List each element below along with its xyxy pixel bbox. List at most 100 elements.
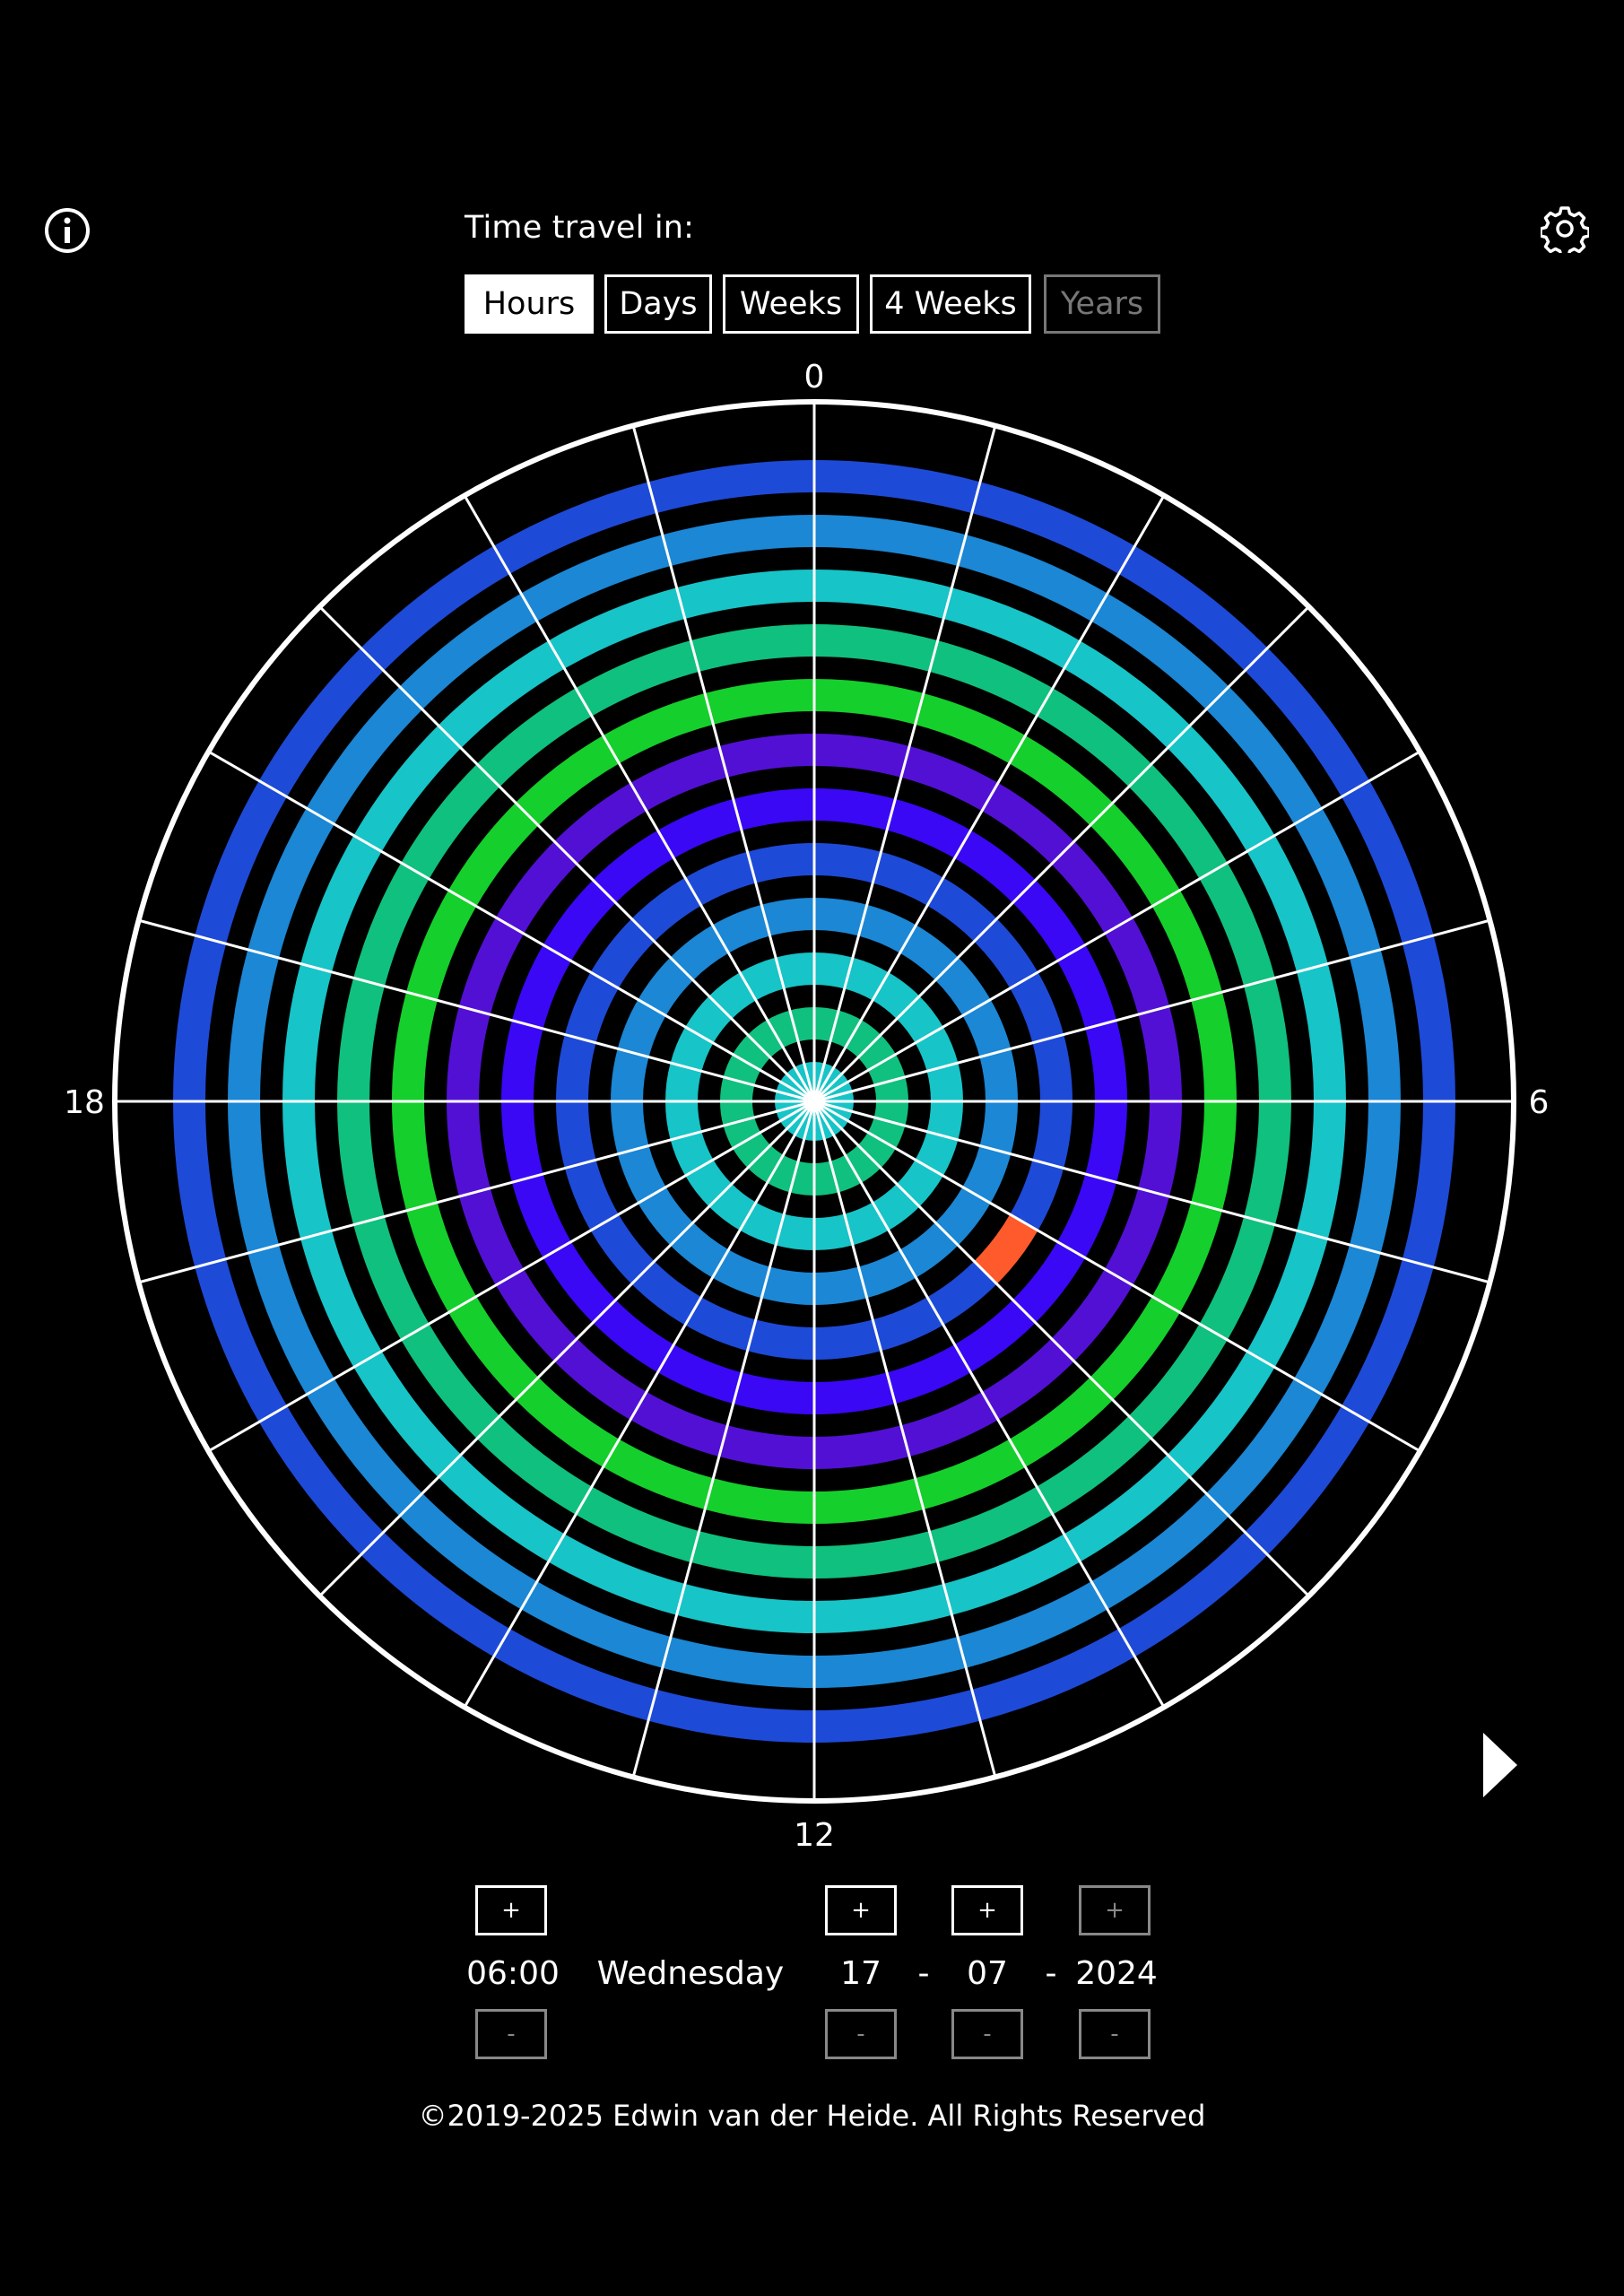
hour-segment [814,1689,981,1743]
hour-label-0: 0 [804,359,825,396]
hour-segment [676,1584,814,1633]
hour-segment [814,1425,910,1469]
hour-segment [501,1020,543,1101]
hour-segment [1402,1101,1456,1268]
hour-segment [814,843,881,883]
hour-segment [337,978,385,1101]
hour-segment [747,1319,814,1360]
hour-segment [814,570,952,619]
app-root: Time travel in: Hours Days Weeks 4 Weeks… [0,0,1624,2296]
hour-segment [690,624,814,672]
hour-segment [501,1101,543,1183]
hour-segment [887,1344,971,1405]
hour-label-18: 18 [64,1084,105,1121]
hour-segment [228,949,280,1101]
hour-segment [511,944,571,1029]
day-value: 17 [840,1955,881,1992]
hour-label-6: 6 [1529,1084,1550,1121]
hour-segment [814,624,938,672]
hour-segment [337,1101,385,1225]
year-value: 2024 [1075,1955,1158,1992]
hour-segment [814,787,896,831]
hour-segment [511,1174,571,1258]
hour-segment [1244,978,1291,1101]
hour-segment [173,1101,227,1268]
date-separator: - [917,1955,930,1992]
weekday-value: Wednesday [596,1955,785,1992]
hour-segment [1085,1101,1127,1183]
hour-segment [1104,918,1170,1015]
time-plus-button[interactable]: + [475,1885,547,1935]
day-minus-button[interactable]: - [825,2009,897,2059]
hour-segment [1191,992,1237,1101]
hour-segment [662,515,814,567]
hour-segment [814,1584,952,1633]
hour-segment [657,1344,742,1405]
time-minus-button[interactable]: - [475,2009,547,2059]
hour-segment [1244,1101,1291,1225]
hour-segment [1057,1174,1117,1258]
hour-segment [447,1101,491,1197]
hour-segment [647,460,814,514]
play-icon[interactable] [1480,1729,1521,1801]
hour-segment [1138,1005,1182,1101]
hour-segment [814,1531,938,1578]
hour-segment [447,1005,491,1101]
hour-segment [556,1101,596,1169]
hour-segment [1104,1187,1170,1285]
time-value: 06:00 [466,1955,560,1992]
year-minus-button[interactable]: - [1079,2009,1151,2059]
hour-segment [1138,1101,1182,1197]
hour-segment [1032,1034,1073,1101]
hour-segment [1057,944,1117,1029]
hour-segment [1349,949,1401,1101]
hour-segment [814,734,910,778]
hour-segment [1349,1101,1401,1254]
hour-segment [900,745,998,812]
hour-segment [458,918,525,1015]
date-separator: - [1045,1955,1057,1992]
hour-segment [647,1689,814,1743]
copyright-footer: ©2019-2025 Edwin van der Heide. All Righ… [418,2099,1206,2133]
hour-segment [814,1478,924,1524]
month-minus-button[interactable]: - [951,2009,1023,2059]
hour-segment [814,1636,967,1688]
hour-label-12: 12 [794,1817,835,1854]
hour-segment [733,1372,814,1414]
hour-segment [1297,963,1346,1101]
hour-segment [458,1187,525,1285]
hour-segment [718,1425,814,1469]
hour-segment [228,1101,280,1254]
hour-ring-clock: 0 6 12 18 [64,359,1550,1854]
hour-segment [900,1391,998,1457]
hour-segment [718,734,814,778]
hour-segment [733,787,814,831]
hour-segment [1402,935,1455,1101]
hour-segment [887,798,971,858]
hour-segment [392,992,438,1101]
hour-segment [814,1319,881,1360]
hour-segment [1297,1101,1346,1239]
hour-segment [676,570,814,619]
hour-segment [630,745,728,812]
hour-segment [662,1636,814,1688]
hour-segment [630,1391,728,1457]
clock-center-dot [803,1091,825,1112]
year-plus-button[interactable]: + [1079,1885,1151,1935]
hour-segment [282,1101,332,1239]
hour-segment [814,460,981,514]
day-plus-button[interactable]: + [825,1885,897,1935]
hour-segment [1032,1101,1073,1169]
hour-segment [814,1372,896,1414]
month-value: 07 [967,1955,1008,1992]
month-plus-button[interactable]: + [951,1885,1023,1935]
hour-segment [1085,1020,1127,1101]
hour-segment [282,963,332,1101]
hour-segment [814,515,967,567]
hour-segment [747,843,814,883]
hour-segment [1191,1101,1237,1211]
hour-segment [705,1478,814,1524]
hour-segment [814,679,924,725]
hour-segment [657,798,742,858]
hour-segment [705,679,814,725]
